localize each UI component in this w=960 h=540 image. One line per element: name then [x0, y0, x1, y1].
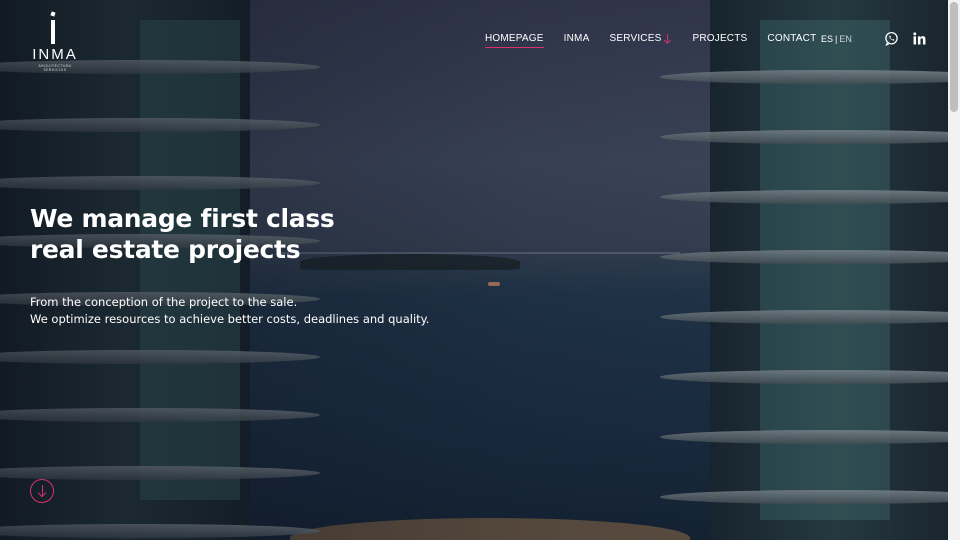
- brand-name: INMA: [32, 46, 78, 63]
- nav-label: INMA: [563, 33, 590, 44]
- scrollbar-thumb[interactable]: [950, 2, 958, 112]
- language-en[interactable]: EN: [839, 34, 852, 44]
- hero-headline: We manage first class real estate projec…: [30, 203, 335, 265]
- dark-overlay: [0, 0, 960, 540]
- main-nav: HOMEPAGE INMA SERVICES PROJECTS CONTACT: [485, 33, 816, 48]
- nav-item-projects[interactable]: PROJECTS: [692, 33, 747, 44]
- social-links: [884, 31, 927, 46]
- whatsapp-icon[interactable]: [884, 31, 899, 46]
- language-es[interactable]: ES: [821, 34, 833, 44]
- nav-label: PROJECTS: [692, 33, 748, 44]
- site-header: INMA ARQUITECTURA SERVICIOS HOMEPAGE INM…: [0, 0, 948, 80]
- hero-subtitle: From the conception of the project to th…: [30, 294, 429, 328]
- subtitle-line: We optimize resources to achieve better …: [30, 312, 430, 326]
- nav-label: CONTACT: [767, 33, 817, 44]
- subtitle-line: From the conception of the project to th…: [30, 295, 298, 309]
- nav-item-homepage[interactable]: HOMEPAGE: [485, 33, 544, 48]
- nav-item-services[interactable]: SERVICES: [609, 33, 672, 44]
- nav-label: HOMEPAGE: [485, 33, 544, 44]
- nav-item-contact[interactable]: CONTACT: [767, 33, 816, 44]
- brand-logo[interactable]: INMA ARQUITECTURA SERVICIOS: [28, 8, 82, 72]
- nav-label: SERVICES: [609, 33, 662, 44]
- language-switcher: ES | EN: [821, 34, 852, 44]
- logo-mark-icon: [50, 11, 56, 44]
- page-scrollbar[interactable]: [948, 0, 960, 540]
- scroll-down-button[interactable]: [30, 479, 54, 503]
- headline-line: real estate projects: [30, 235, 301, 264]
- arrow-head: [37, 488, 46, 498]
- language-separator: |: [835, 34, 838, 44]
- brand-tagline: ARQUITECTURA SERVICIOS: [38, 64, 72, 72]
- nav-item-inma[interactable]: INMA: [564, 33, 590, 44]
- headline-line: We manage first class: [30, 204, 335, 233]
- linkedin-icon[interactable]: [912, 31, 927, 46]
- hero-section: INMA ARQUITECTURA SERVICIOS HOMEPAGE INM…: [0, 0, 960, 540]
- arrow-down-icon: [664, 33, 672, 44]
